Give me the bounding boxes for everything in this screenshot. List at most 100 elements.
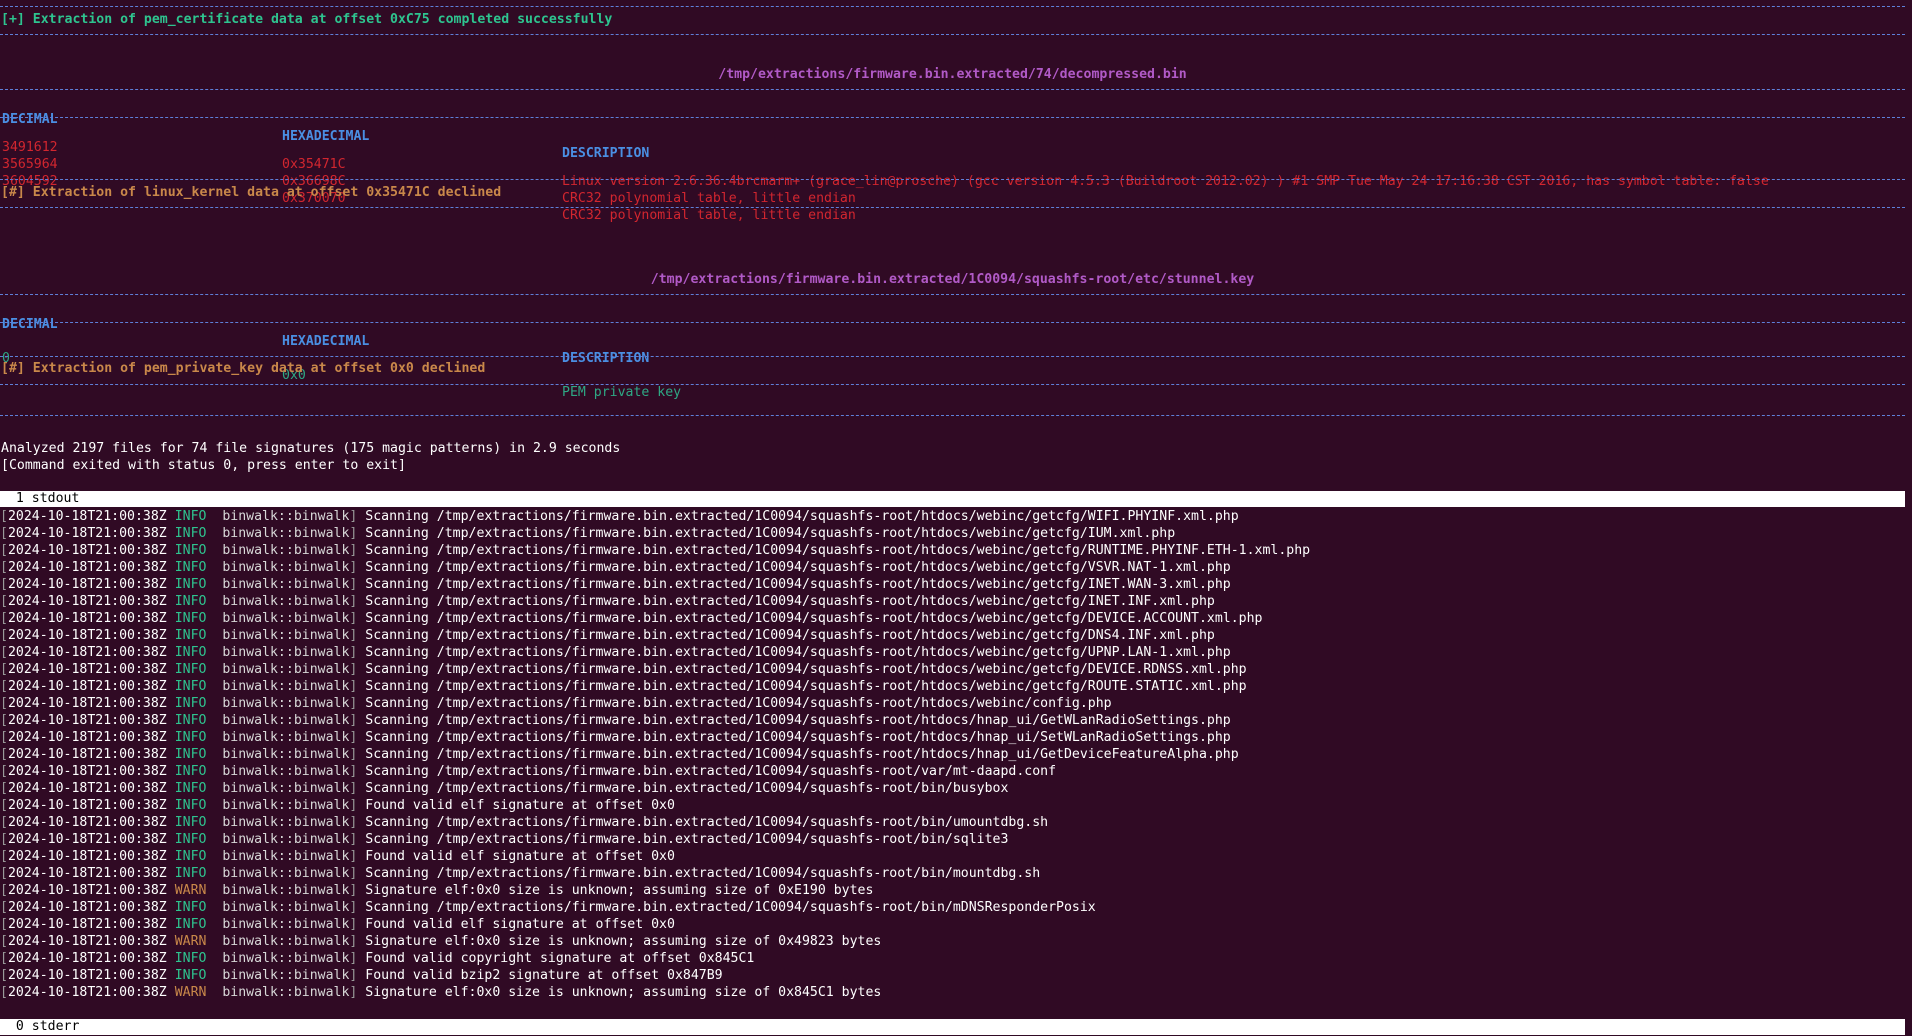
bracket: [ xyxy=(0,815,8,830)
bracket: [ xyxy=(0,696,8,711)
separator xyxy=(0,34,1905,35)
bracket: ] xyxy=(349,815,366,830)
bracket: [ xyxy=(0,968,8,983)
bracket: [ xyxy=(0,747,8,762)
bracket: [ xyxy=(0,781,8,796)
log-timestamp: 2024-10-18T21:00:38Z xyxy=(7,594,167,609)
log-level: INFO xyxy=(174,526,207,541)
log-timestamp: 2024-10-18T21:00:38Z xyxy=(7,628,167,643)
log-timestamp: 2024-10-18T21:00:38Z xyxy=(7,662,167,677)
log-row: [2024-10-18T21:00:38Z INFO binwalk::binw… xyxy=(0,780,1905,797)
log-module: binwalk::binwalk xyxy=(222,815,350,830)
log-module: binwalk::binwalk xyxy=(222,832,350,847)
bracket: ] xyxy=(349,747,366,762)
log-module: binwalk::binwalk xyxy=(222,679,350,694)
log-row: [2024-10-18T21:00:38Z WARN binwalk::binw… xyxy=(0,984,1905,1001)
bracket: ] xyxy=(349,662,366,677)
log-timestamp: 2024-10-18T21:00:38Z xyxy=(7,577,167,592)
log-row: [2024-10-18T21:00:38Z INFO binwalk::binw… xyxy=(0,729,1905,746)
stdout-pane-header[interactable]: 1 stdout xyxy=(0,491,1905,507)
log-row: [2024-10-18T21:00:38Z INFO binwalk::binw… xyxy=(0,865,1905,882)
bracket: ] xyxy=(349,764,366,779)
log-message: Scanning /tmp/extractions/firmware.bin.e… xyxy=(365,662,1247,677)
log-module: binwalk::binwalk xyxy=(222,560,350,575)
log-message: Scanning /tmp/extractions/firmware.bin.e… xyxy=(365,594,1215,609)
bracket: [ xyxy=(0,509,8,524)
bracket: ] xyxy=(349,934,366,949)
log-level: INFO xyxy=(174,917,207,932)
log-module: binwalk::binwalk xyxy=(222,934,350,949)
log-level: INFO xyxy=(174,849,207,864)
log-row: [2024-10-18T21:00:38Z INFO binwalk::binw… xyxy=(0,559,1905,576)
log-row: [2024-10-18T21:00:38Z INFO binwalk::binw… xyxy=(0,542,1905,559)
log-row: [2024-10-18T21:00:38Z INFO binwalk::binw… xyxy=(0,627,1905,644)
stderr-pane-header[interactable]: 0 stderr xyxy=(0,1019,1905,1035)
declined-status: [#] Extraction of linux_kernel data at o… xyxy=(1,185,502,200)
file-path-title: /tmp/extractions/firmware.bin.extracted/… xyxy=(718,67,1187,82)
separator xyxy=(0,117,1905,118)
log-level: INFO xyxy=(174,764,207,779)
header-decimal: DECIMAL xyxy=(2,317,58,332)
table-header: DECIMAL HEXADECIMAL DESCRIPTION xyxy=(1,94,1906,161)
log-level: INFO xyxy=(174,866,207,881)
log-timestamp: 2024-10-18T21:00:38Z xyxy=(7,832,167,847)
bracket: ] xyxy=(349,509,366,524)
log-level: INFO xyxy=(174,679,207,694)
log-message: Found valid elf signature at offset 0x0 xyxy=(365,798,675,813)
log-message: Scanning /tmp/extractions/firmware.bin.e… xyxy=(365,543,1311,558)
log-level: INFO xyxy=(174,577,207,592)
bracket: [ xyxy=(0,577,8,592)
log-module: binwalk::binwalk xyxy=(222,985,350,1000)
log-row: [2024-10-18T21:00:38Z INFO binwalk::binw… xyxy=(0,508,1905,525)
log-timestamp: 2024-10-18T21:00:38Z xyxy=(7,645,167,660)
log-level: INFO xyxy=(174,951,207,966)
log-message: Scanning /tmp/extractions/firmware.bin.e… xyxy=(365,577,1231,592)
table-row: 3491612 0x35471C Linux version 2.6.36.4b… xyxy=(1,122,1906,189)
row-description: PEM private key xyxy=(562,385,682,400)
bracket: ] xyxy=(349,526,366,541)
log-timestamp: 2024-10-18T21:00:38Z xyxy=(7,696,167,711)
log-timestamp: 2024-10-18T21:00:38Z xyxy=(7,849,167,864)
log-row: [2024-10-18T21:00:38Z INFO binwalk::binw… xyxy=(0,746,1905,763)
bracket: [ xyxy=(0,951,8,966)
log-level: INFO xyxy=(174,798,207,813)
bracket: ] xyxy=(349,679,366,694)
bracket: ] xyxy=(349,900,366,915)
log-level: WARN xyxy=(174,883,207,898)
separator xyxy=(0,6,1905,7)
log-timestamp: 2024-10-18T21:00:38Z xyxy=(7,866,167,881)
log-message: Scanning /tmp/extractions/firmware.bin.e… xyxy=(365,764,1057,779)
log-level: INFO xyxy=(174,594,207,609)
table-row: 0 0x0 PEM private key xyxy=(1,333,1906,400)
log-module: binwalk::binwalk xyxy=(222,509,350,524)
log-timestamp: 2024-10-18T21:00:38Z xyxy=(7,747,167,762)
log-module: binwalk::binwalk xyxy=(222,645,350,660)
log-message: Found valid elf signature at offset 0x0 xyxy=(365,849,675,864)
bracket: [ xyxy=(0,628,8,643)
log-module: binwalk::binwalk xyxy=(222,951,350,966)
row-description: Linux version 2.6.36.4brcmarm+ (grace_li… xyxy=(562,174,1769,189)
bracket: [ xyxy=(0,526,8,541)
separator xyxy=(0,415,1905,416)
row-description: CRC32 polynomial table, little endian xyxy=(562,208,856,223)
log-message: Scanning /tmp/extractions/firmware.bin.e… xyxy=(365,628,1215,643)
log-timestamp: 2024-10-18T21:00:38Z xyxy=(7,968,167,983)
bracket: ] xyxy=(349,917,366,932)
log-timestamp: 2024-10-18T21:00:38Z xyxy=(7,934,167,949)
terminal-window[interactable]: [+] Extraction of pem_certificate data a… xyxy=(0,0,1912,1036)
command-exit-message: [Command exited with status 0, press ent… xyxy=(1,458,406,473)
log-timestamp: 2024-10-18T21:00:38Z xyxy=(7,917,167,932)
bracket: ] xyxy=(349,832,366,847)
bracket: [ xyxy=(0,764,8,779)
log-module: binwalk::binwalk xyxy=(222,764,350,779)
bracket: ] xyxy=(349,713,366,728)
log-row: [2024-10-18T21:00:38Z INFO binwalk::binw… xyxy=(0,695,1905,712)
stdout-log[interactable]: [2024-10-18T21:00:38Z INFO binwalk::binw… xyxy=(0,508,1905,1001)
log-level: INFO xyxy=(174,543,207,558)
log-message: Signature elf:0x0 size is unknown; assum… xyxy=(365,934,882,949)
log-level: INFO xyxy=(174,628,207,643)
log-row: [2024-10-18T21:00:38Z INFO binwalk::binw… xyxy=(0,593,1905,610)
log-module: binwalk::binwalk xyxy=(222,917,350,932)
bracket: [ xyxy=(0,849,8,864)
log-message: Found valid bzip2 signature at offset 0x… xyxy=(365,968,723,983)
